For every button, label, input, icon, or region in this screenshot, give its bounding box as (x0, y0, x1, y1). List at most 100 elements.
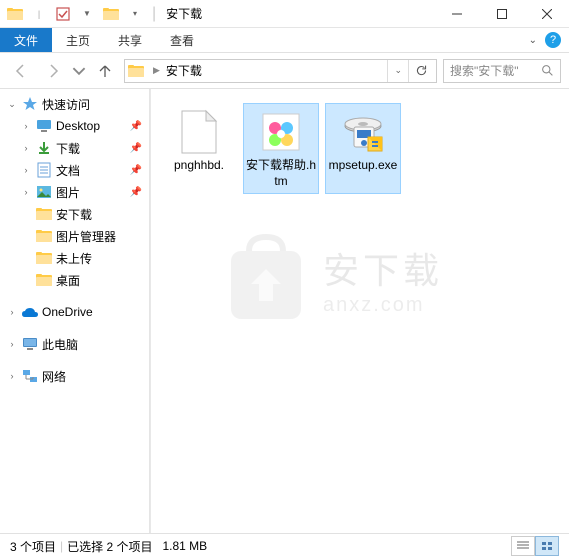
pin-icon: 📌 (130, 121, 142, 132)
expand-icon[interactable]: › (6, 371, 18, 381)
title-bar: | ▼ ▾ | 安下载 (0, 0, 569, 28)
navigation-pane[interactable]: ⌄ 快速访问 › Desktop 📌 › 下载 📌 › 文档 📌 › (0, 89, 151, 533)
sidebar-label: OneDrive (42, 305, 93, 319)
sidebar-label: 桌面 (56, 272, 80, 289)
explorer-body: ⌄ 快速访问 › Desktop 📌 › 下载 📌 › 文档 📌 › (0, 89, 569, 533)
file-item[interactable]: pnghhbd. (161, 103, 237, 194)
properties-icon[interactable] (52, 3, 74, 25)
icons-view-button[interactable] (535, 536, 559, 556)
ribbon-tab-home[interactable]: 主页 (52, 28, 104, 52)
quick-access-toolbar: | ▼ ▾ (0, 3, 150, 25)
folder-icon (35, 227, 53, 245)
status-count: 3 个项目 (10, 538, 56, 555)
expand-icon[interactable]: › (20, 165, 32, 175)
sidebar-item-desktop[interactable]: › Desktop 📌 (0, 115, 150, 137)
back-button[interactable] (8, 58, 34, 84)
sidebar-item-downloads[interactable]: › 下载 📌 (0, 137, 150, 159)
watermark-text: 安下载 (323, 242, 443, 294)
address-bar: ▶ 安下载 ⌄ 搜索"安下载" (0, 53, 569, 89)
folder-icon (35, 249, 53, 267)
sidebar-item-folder[interactable]: 图片管理器 (0, 225, 150, 247)
sidebar-onedrive[interactable]: › OneDrive (0, 301, 150, 323)
up-button[interactable] (92, 58, 118, 84)
address-dropdown-icon[interactable]: ⌄ (387, 60, 408, 82)
qat-separator: | (28, 3, 50, 25)
status-selected: 已选择 2 个项目 (67, 538, 152, 555)
sidebar-item-pictures[interactable]: › 图片 📌 (0, 181, 150, 203)
folder-icon (4, 3, 26, 25)
sidebar-item-folder[interactable]: 未上传 (0, 247, 150, 269)
expand-icon[interactable]: › (6, 307, 18, 317)
separator: | (150, 5, 158, 23)
network-icon (21, 367, 39, 385)
folder-icon (127, 62, 145, 80)
pin-icon: 📌 (130, 165, 142, 176)
details-view-button[interactable] (511, 536, 535, 556)
sidebar-item-folder[interactable]: 安下载 (0, 203, 150, 225)
sidebar-label: 文档 (56, 162, 80, 179)
search-input[interactable]: 搜索"安下载" (443, 59, 561, 83)
sidebar-label: 图片 (56, 184, 80, 201)
minimize-button[interactable] (434, 0, 479, 28)
help-icon[interactable]: ? (545, 32, 561, 48)
separator: | (60, 539, 63, 553)
downloads-icon (35, 139, 53, 157)
forward-button[interactable] (40, 58, 66, 84)
sidebar-label: 安下载 (56, 206, 92, 223)
file-icon (175, 108, 223, 156)
sidebar-quickaccess[interactable]: ⌄ 快速访问 (0, 93, 150, 115)
view-switcher (511, 536, 559, 556)
expand-icon[interactable]: › (20, 143, 32, 153)
qat-dropdown-icon[interactable]: ▾ (124, 3, 146, 25)
sidebar-label: 此电脑 (42, 336, 78, 353)
ribbon-expand-icon[interactable]: ⌄ (529, 35, 537, 46)
file-label: 安下载帮助.htm (246, 158, 316, 189)
ribbon: 文件 主页 共享 查看 ⌄ ? (0, 28, 569, 53)
ribbon-tab-view[interactable]: 查看 (156, 28, 208, 52)
sidebar-network[interactable]: › 网络 (0, 365, 150, 387)
documents-icon (35, 161, 53, 179)
window-title: 安下载 (158, 5, 434, 22)
pin-icon: 📌 (130, 187, 142, 198)
sidebar-label: Desktop (56, 119, 100, 133)
status-size: 1.81 MB (162, 539, 207, 553)
qat-dropdown-icon[interactable]: ▼ (76, 3, 98, 25)
sidebar-label: 快速访问 (42, 96, 90, 113)
expand-icon[interactable]: ⌄ (6, 99, 18, 110)
recent-dropdown-icon[interactable] (72, 58, 86, 84)
search-icon (541, 64, 554, 77)
computer-icon (21, 335, 39, 353)
watermark-url: anxz.com (323, 294, 443, 317)
folder-icon (35, 205, 53, 223)
breadcrumb-sep-icon[interactable]: ▶ (149, 65, 164, 76)
sidebar-label: 下载 (56, 140, 80, 157)
breadcrumb-item[interactable]: 安下载 (164, 62, 204, 79)
ribbon-tab-file[interactable]: 文件 (0, 28, 52, 52)
quickaccess-icon (21, 95, 39, 113)
expand-icon[interactable]: › (20, 187, 32, 197)
close-button[interactable] (524, 0, 569, 28)
file-item[interactable]: 安下载帮助.htm (243, 103, 319, 194)
sidebar-label: 图片管理器 (56, 228, 116, 245)
file-view[interactable]: pnghhbd. 安下载帮助.htm (151, 89, 569, 533)
pin-icon: 📌 (130, 143, 142, 154)
expand-icon[interactable]: › (20, 121, 32, 131)
watermark: 安下载 anxz.com (221, 229, 481, 329)
desktop-icon (35, 117, 53, 135)
exe-installer-icon (339, 108, 387, 156)
sidebar-label: 未上传 (56, 250, 92, 267)
ribbon-tab-share[interactable]: 共享 (104, 28, 156, 52)
sidebar-item-folder[interactable]: 桌面 (0, 269, 150, 291)
onedrive-icon (21, 303, 39, 321)
refresh-button[interactable] (408, 60, 434, 82)
maximize-button[interactable] (479, 0, 524, 28)
sidebar-item-documents[interactable]: › 文档 📌 (0, 159, 150, 181)
pictures-icon (35, 183, 53, 201)
file-list: pnghhbd. 安下载帮助.htm (161, 103, 559, 194)
file-item[interactable]: mpsetup.exe (325, 103, 401, 194)
sidebar-thispc[interactable]: › 此电脑 (0, 333, 150, 355)
folder-icon (35, 271, 53, 289)
htm-file-icon (257, 108, 305, 156)
expand-icon[interactable]: › (6, 339, 18, 349)
address-box[interactable]: ▶ 安下载 ⌄ (124, 59, 437, 83)
